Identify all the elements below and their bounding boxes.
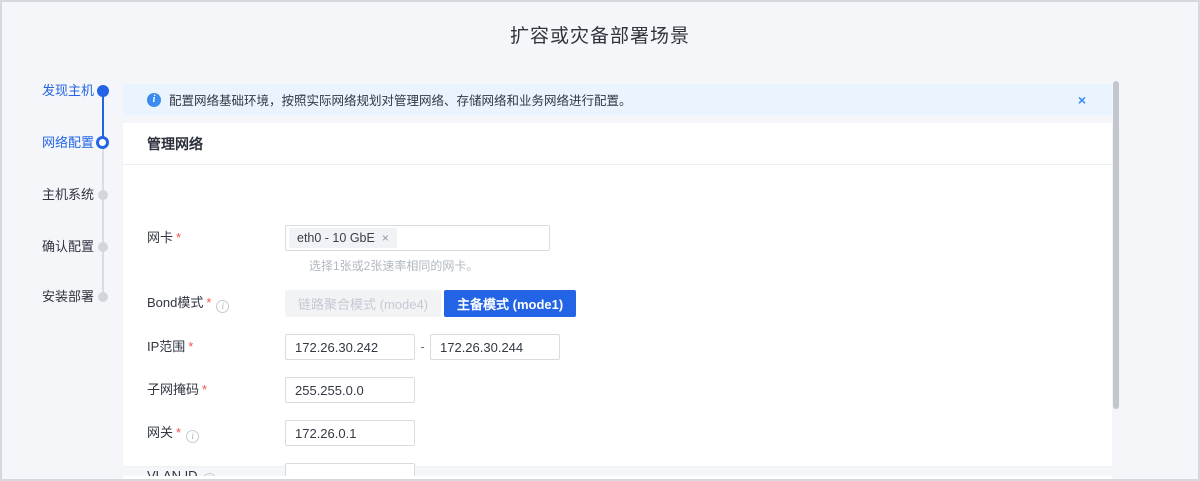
required-mark: * [176,230,181,245]
nic-tag: eth0 - 10 GbE × [289,228,397,248]
ip-range-separator: - [415,334,430,360]
ip-range-start-input[interactable] [285,334,415,360]
close-icon[interactable]: × [1078,93,1086,107]
info-banner-text: 配置网络基础环境，按照实际网络规划对管理网络、存储网络和业务网络进行配置。 [169,90,1078,109]
bond-mode-label: Bond模式*i [147,290,285,317]
nic-hint: 选择1张或2张速率相同的网卡。 [309,257,478,274]
subnet-mask-label: 子网掩码* [147,377,285,403]
step-dot-icon [98,292,108,302]
gateway-row: 网关*i [147,420,415,446]
required-mark: * [206,295,211,310]
info-icon: i [147,93,161,107]
next-section-card-partial [123,476,1112,481]
nic-row: 网卡* eth0 - 10 GbE × [147,225,550,251]
info-banner: i 配置网络基础环境，按照实际网络规划对管理网络、存储网络和业务网络进行配置。 … [123,84,1112,115]
required-mark: * [176,425,181,440]
step-network-config[interactable]: 网络配置 [42,134,94,152]
nic-select-input[interactable]: eth0 - 10 GbE × [285,225,550,251]
step-dot-icon [97,85,109,97]
bond-mode-row: Bond模式*i 链路聚合模式 (mode4) 主备模式 (mode1) [147,290,576,317]
step-label: 主机系统 [42,186,94,204]
bond-mode4-button[interactable]: 链路聚合模式 (mode4) [285,290,441,317]
nic-label: 网卡* [147,225,285,251]
management-network-card: 管理网络 网卡* eth0 - 10 GbE × 选择1张或2张速率相同的网卡。 [123,123,1112,466]
management-network-form: 网卡* eth0 - 10 GbE × 选择1张或2张速率相同的网卡。 Bond… [123,165,1112,466]
subnet-mask-input[interactable] [285,377,415,403]
gateway-label: 网关*i [147,420,285,446]
subnet-mask-row: 子网掩码* [147,377,415,403]
ip-range-end-input[interactable] [430,334,560,360]
bond-mode-group: 链路聚合模式 (mode4) 主备模式 (mode1) [285,290,576,317]
step-label: 网络配置 [42,134,94,152]
step-host-system[interactable]: 主机系统 [42,186,94,204]
gateway-info-icon[interactable]: i [186,430,199,443]
required-mark: * [202,382,207,397]
page-title: 扩容或灾备部署场景 [2,21,1198,48]
bond-info-icon[interactable]: i [216,300,229,313]
step-dot-icon [98,242,108,252]
nic-tag-label: eth0 - 10 GbE [297,231,375,245]
required-mark: * [188,339,193,354]
wizard-stepper: 发现主机 网络配置 主机系统 确认配置 安装部署 [42,2,122,479]
step-dot-icon [96,136,109,149]
gateway-input[interactable] [285,420,415,446]
step-discover-hosts[interactable]: 发现主机 [42,82,94,100]
tag-remove-icon[interactable]: × [382,231,389,245]
wizard-dialog: 扩容或灾备部署场景 发现主机 网络配置 主机系统 确认配置 安装部署 i 配置网… [0,0,1200,481]
vertical-scrollbar-thumb[interactable] [1113,81,1119,409]
step-label: 确认配置 [42,238,94,256]
step-install-deploy[interactable]: 安装部署 [42,288,94,306]
step-label: 安装部署 [42,288,94,306]
section-title: 管理网络 [123,123,1112,165]
step-label: 发现主机 [42,82,94,100]
step-confirm-config[interactable]: 确认配置 [42,238,94,256]
ip-range-label: IP范围* [147,334,285,360]
step-dot-icon [98,190,108,200]
ip-range-row: IP范围* - [147,334,560,360]
bond-mode1-button[interactable]: 主备模式 (mode1) [444,290,576,317]
